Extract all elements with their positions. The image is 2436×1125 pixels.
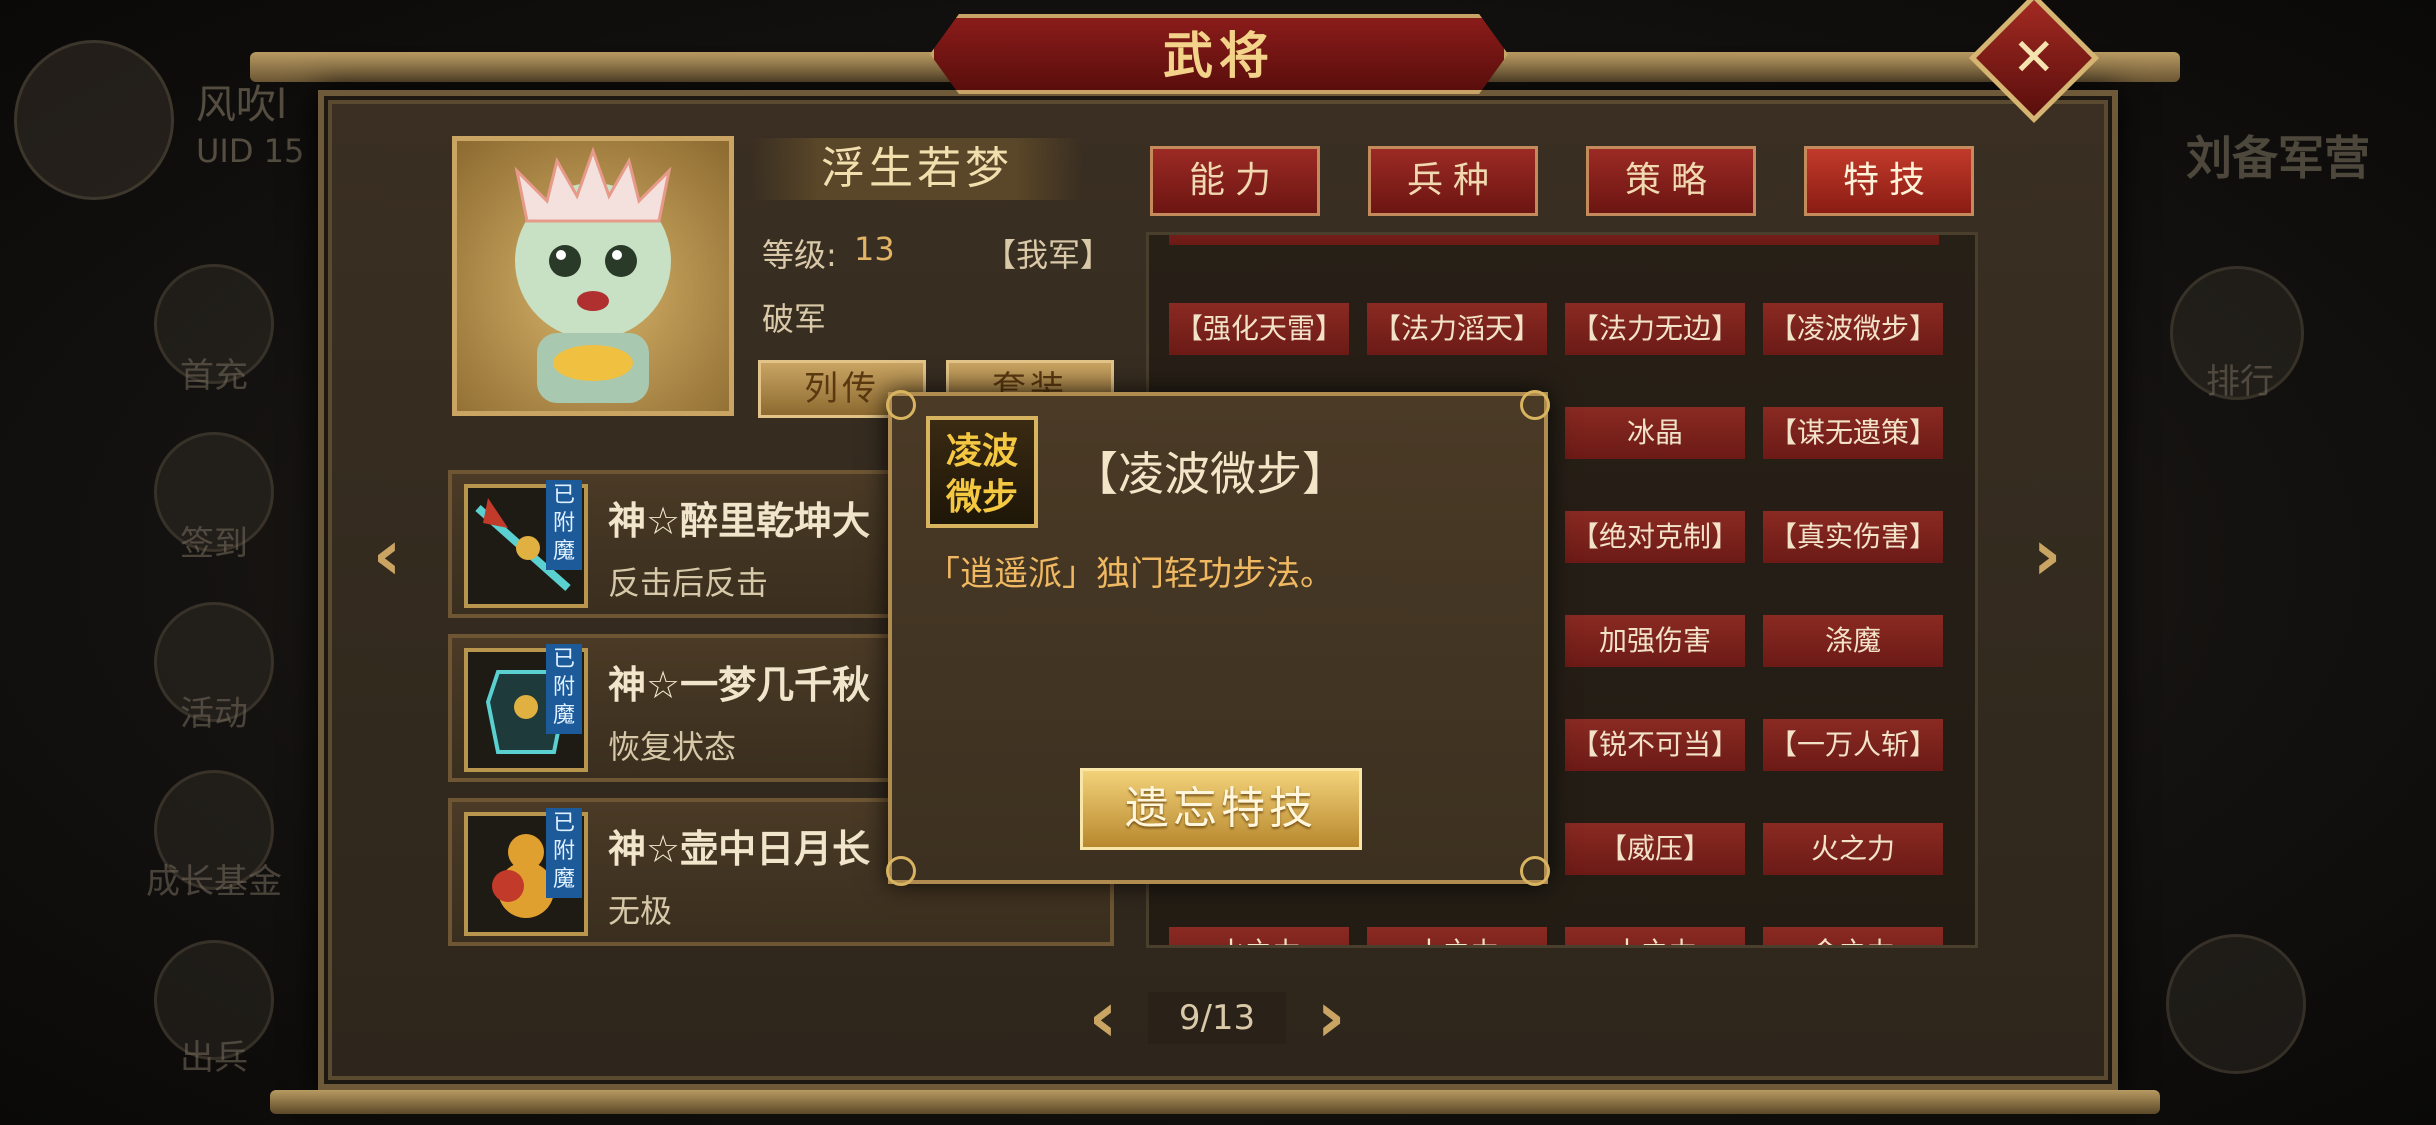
tab-ability[interactable]: 能力 [1150, 146, 1320, 216]
equipment-effect: 恢复状态 [608, 728, 737, 766]
popup-title: 【凌波微步】 [1072, 447, 1348, 501]
page-prev-button[interactable]: ‹ [1070, 982, 1136, 1052]
equipment-name: 神☆醉里乾坤大 [608, 499, 871, 543]
skill-item[interactable]: 【锐不可当】 [1565, 719, 1745, 771]
corner-ornament [1520, 390, 1550, 420]
chevron-left-icon[interactable]: ‹ [352, 520, 422, 590]
chevron-right-icon[interactable]: › [2012, 520, 2082, 590]
activity-label: 活动 [180, 694, 248, 734]
player-uid: UID 15 [196, 132, 305, 170]
skill-item[interactable]: 土之力 [1367, 927, 1547, 945]
skill-item[interactable]: 水之力 [1169, 927, 1349, 945]
equipment-effect: 反击后反击 [608, 564, 769, 602]
growth-fund-label: 成长基金 [146, 862, 282, 902]
skill-item[interactable]: 木之力 [1565, 927, 1745, 945]
page-title: 武将 [1163, 26, 1275, 85]
tab-strategy[interactable]: 策略 [1586, 146, 1756, 216]
skill-item[interactable]: 【强化天雷】 [1169, 303, 1349, 355]
corner-ornament [886, 390, 916, 420]
equipment-name: 神☆一梦几千秋 [608, 663, 871, 707]
page-next-button[interactable]: › [1298, 982, 1364, 1052]
skill-item[interactable]: 加强伤害 [1565, 615, 1745, 667]
skill-row-partial [1169, 235, 1939, 245]
bottom-rail [270, 1090, 2160, 1114]
sign-in-label: 签到 [180, 524, 248, 564]
popup-description: 「逍遥派」独门轻功步法。 [926, 554, 1334, 594]
enchanted-badge: 已附魔 [546, 808, 582, 898]
general-name: 浮生若梦 [821, 143, 1013, 194]
player-avatar[interactable] [14, 40, 174, 200]
skill-item[interactable]: 【绝对克制】 [1565, 511, 1745, 563]
trait-label: 破军 [762, 300, 827, 338]
skill-item[interactable]: 【真实伤害】 [1763, 511, 1943, 563]
equipment-name: 神☆壶中日月长 [608, 827, 871, 871]
corner-ornament [1520, 856, 1550, 886]
skill-icon: 凌波 微步 [926, 416, 1038, 528]
skill-item[interactable]: 【法力滔天】 [1367, 303, 1547, 355]
skill-item[interactable]: 涤魔 [1763, 615, 1943, 667]
corner-ornament [886, 856, 916, 886]
skill-detail-popup: 凌波 微步 【凌波微步】 「逍遥派」独门轻功步法。 遗忘特技 [886, 390, 1550, 886]
faction-label: 【我军】 [984, 236, 1113, 274]
dispatch-label: 出兵 [180, 1038, 248, 1078]
skill-item[interactable]: 金之力 [1763, 927, 1943, 945]
tab-special-skill[interactable]: 特技 [1804, 146, 1974, 216]
skill-item[interactable]: 【威压】 [1565, 823, 1745, 875]
tab-troop-type[interactable]: 兵种 [1368, 146, 1538, 216]
enchanted-badge: 已附魔 [546, 480, 582, 570]
first-recharge-label: 首充 [180, 356, 248, 396]
dragon-mascot-icon [514, 146, 672, 403]
skill-item[interactable]: 冰晶 [1565, 407, 1745, 459]
page-indicator: 9/13 [1148, 992, 1286, 1044]
close-x-icon: ✕ [2012, 27, 2056, 88]
general-portrait [452, 136, 734, 416]
skill-item[interactable]: 【凌波微步】 [1763, 303, 1943, 355]
level-label: 等级: [762, 236, 837, 274]
skill-item[interactable]: 【一万人斩】 [1763, 719, 1943, 771]
menu-icon[interactable] [2166, 934, 2306, 1074]
enchanted-badge: 已附魔 [546, 644, 582, 734]
camp-name: 刘备军营 [2186, 131, 2370, 185]
ranking-label: 排行 [2206, 362, 2274, 402]
equipment-effect: 无极 [608, 892, 673, 930]
skill-item[interactable]: 火之力 [1763, 823, 1943, 875]
forget-skill-button[interactable]: 遗忘特技 [1080, 768, 1362, 850]
skill-item[interactable]: 【法力无边】 [1565, 303, 1745, 355]
level-value: 13 [854, 230, 895, 268]
skill-item[interactable]: 【谋无遗策】 [1763, 407, 1943, 459]
